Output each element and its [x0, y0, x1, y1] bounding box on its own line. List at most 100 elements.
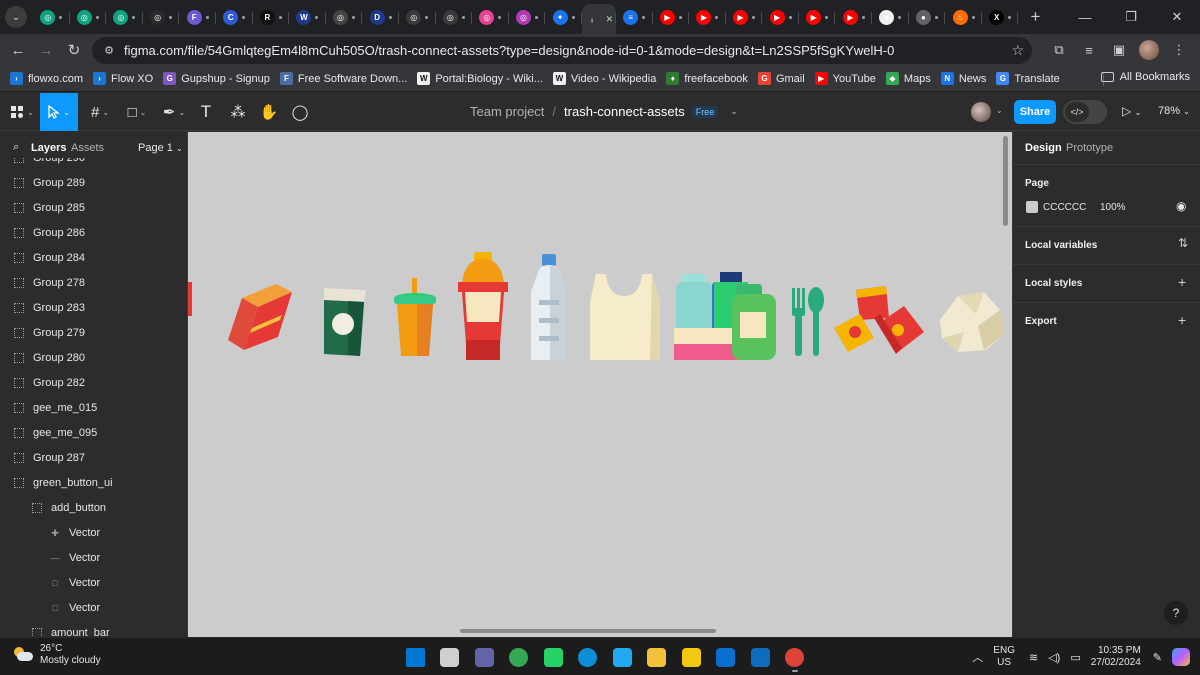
side-panel-icon[interactable]: ▣	[1104, 36, 1134, 64]
remote-app-taskbar-button[interactable]	[709, 643, 744, 671]
mail-taskbar-button[interactable]	[743, 643, 778, 671]
search-icon[interactable]: ⌕	[13, 141, 19, 154]
layer-row[interactable]: Group 278	[0, 270, 187, 295]
chrome-menu-icon[interactable]: ⋮	[1164, 36, 1194, 64]
browser-tab[interactable]: ▶	[689, 3, 726, 31]
edge-taskbar-button[interactable]	[571, 643, 606, 671]
layer-row[interactable]: □ Vector	[0, 570, 187, 595]
bookmark-item[interactable]: G Gmail	[757, 72, 805, 85]
back-button[interactable]: ←	[4, 36, 32, 64]
water-bottle-asset[interactable]	[531, 254, 566, 360]
browser-tab[interactable]: R	[253, 3, 290, 31]
chrome-taskbar-button[interactable]	[502, 643, 537, 671]
browser-tab[interactable]: ≡	[616, 3, 653, 31]
browser-tab[interactable]: ▶	[726, 3, 763, 31]
browser-tab[interactable]: ✦	[545, 3, 582, 31]
layer-row[interactable]: green_button_ui	[0, 470, 187, 495]
layer-row[interactable]: Group 283	[0, 295, 187, 320]
zoom-menu[interactable]: 78% ⌄	[1158, 105, 1190, 117]
bookmark-item[interactable]: G Translate	[996, 72, 1060, 85]
variables-icon[interactable]: ⇅	[1178, 236, 1188, 250]
move-tool-button[interactable]: ⌄	[40, 93, 78, 131]
media-controls-icon[interactable]: ≡	[1074, 36, 1104, 64]
restore-button[interactable]: ❐	[1108, 0, 1154, 34]
user-avatar[interactable]	[971, 102, 991, 122]
bookmark-item[interactable]: ◆ Maps	[885, 72, 931, 85]
bottle-cap-asset[interactable]	[188, 282, 192, 316]
show-hidden-icons[interactable]: ︿	[972, 649, 983, 665]
close-tab-icon[interactable]: ✕	[606, 14, 614, 25]
tab-assets[interactable]: Assets	[71, 142, 104, 154]
address-bar[interactable]: ⚙ figma.com/file/54GmlqtegEm4l8mCuh505O/…	[92, 37, 1032, 64]
copilot-icon[interactable]	[1172, 648, 1190, 666]
layer-row[interactable]: Group 289	[0, 170, 187, 195]
bookmark-item[interactable]: ▶ YouTube	[814, 72, 876, 85]
horizontal-scrollbar[interactable]	[460, 629, 716, 633]
bookmark-item[interactable]: N News	[940, 72, 986, 85]
url-text[interactable]: figma.com/file/54GmlqtegEm4l8mCuh505O/tr…	[124, 43, 894, 58]
battery-icon[interactable]: ▭	[1070, 651, 1080, 664]
add-style-icon[interactable]: +	[1178, 274, 1186, 290]
bookmark-item[interactable]: W Portal:Biology - Wiki...	[417, 72, 543, 85]
profile-button[interactable]	[1134, 36, 1164, 64]
browser-tab[interactable]: ♨	[945, 3, 982, 31]
vertical-scrollbar[interactable]	[1003, 136, 1008, 226]
chevron-down-icon[interactable]: ⌄	[996, 106, 1003, 115]
notifications-icon[interactable]: ✎	[1153, 651, 1162, 664]
new-tab-button[interactable]: +	[1022, 7, 1048, 27]
chevron-down-icon[interactable]: ⌄	[730, 106, 738, 117]
soda-cup-asset[interactable]	[394, 278, 436, 356]
tab-design[interactable]: Design	[1025, 142, 1062, 154]
main-menu-button[interactable]: ⌄	[6, 93, 38, 131]
vscode-taskbar-button[interactable]	[605, 643, 640, 671]
layer-row[interactable]: Group 282	[0, 370, 187, 395]
layer-row[interactable]: Group 280	[0, 345, 187, 370]
shape-tool-button[interactable]: □ ⌄	[121, 93, 153, 131]
resources-button[interactable]: ⁂	[227, 93, 249, 131]
chrome-active-taskbar-button[interactable]	[778, 643, 813, 672]
frame-tool-button[interactable]: # ⌄	[84, 93, 116, 131]
file-name[interactable]: trash-connect-assets	[564, 104, 685, 119]
page-select[interactable]: Page 1 ⌄	[138, 142, 183, 154]
browser-tab[interactable]: ▶	[835, 3, 872, 31]
browser-tab[interactable]: ◎	[106, 3, 143, 31]
volume-icon[interactable]: ◁)	[1048, 651, 1060, 664]
start-button-taskbar-button[interactable]	[398, 643, 433, 671]
cutlery-asset[interactable]	[792, 287, 824, 356]
cleaning-bottles-asset[interactable]	[674, 272, 776, 360]
browser-tab[interactable]: ▶	[762, 3, 799, 31]
layer-row[interactable]: ✚ Vector	[0, 520, 187, 545]
file-explorer-taskbar-button[interactable]	[640, 643, 675, 671]
layer-row[interactable]: Group 285	[0, 195, 187, 220]
wifi-icon[interactable]: ≋	[1029, 651, 1038, 664]
browser-tab[interactable]: ◎	[33, 3, 70, 31]
browser-tab[interactable]: D	[362, 3, 399, 31]
bookmark-star-icon[interactable]: ☆	[1011, 42, 1024, 59]
language-indicator[interactable]: ENG US	[993, 645, 1015, 669]
tab-prototype[interactable]: Prototype	[1066, 142, 1113, 154]
hand-tool-button[interactable]: ✋	[258, 93, 280, 131]
browser-tab[interactable]: ᵢ ✕	[581, 4, 616, 34]
coffee-cup-asset[interactable]	[324, 288, 366, 356]
browser-tab[interactable]: ●	[909, 3, 946, 31]
browser-tab[interactable]: X	[982, 3, 1019, 31]
browser-tab[interactable]: C	[216, 3, 253, 31]
share-button[interactable]: Share	[1014, 100, 1056, 124]
tab-search-button[interactable]: ⌄	[5, 6, 27, 28]
help-button[interactable]: ?	[1164, 601, 1188, 625]
matchbox-asset[interactable]	[228, 284, 292, 350]
page-opacity-value[interactable]: 100%	[1100, 202, 1126, 213]
browser-tab[interactable]: ◎	[436, 3, 473, 31]
snack-wrappers-asset[interactable]	[834, 286, 924, 354]
shaker-bottle-asset[interactable]	[458, 252, 508, 360]
all-bookmarks-button[interactable]: All Bookmarks	[1100, 71, 1190, 83]
pen-tool-button[interactable]: ✒ ⌄	[158, 93, 190, 131]
bookmark-item[interactable]: › flowxo.com	[10, 72, 83, 85]
dev-mode-toggle[interactable]: </>	[1063, 100, 1107, 124]
browser-tab[interactable]: ◎	[70, 3, 107, 31]
text-tool-button[interactable]: T	[195, 93, 217, 131]
browser-tab[interactable]: ◎	[472, 3, 509, 31]
team-name[interactable]: Team project	[470, 104, 544, 119]
browser-tab[interactable]: ◎	[326, 3, 363, 31]
layer-row[interactable]: Group 287	[0, 445, 187, 470]
